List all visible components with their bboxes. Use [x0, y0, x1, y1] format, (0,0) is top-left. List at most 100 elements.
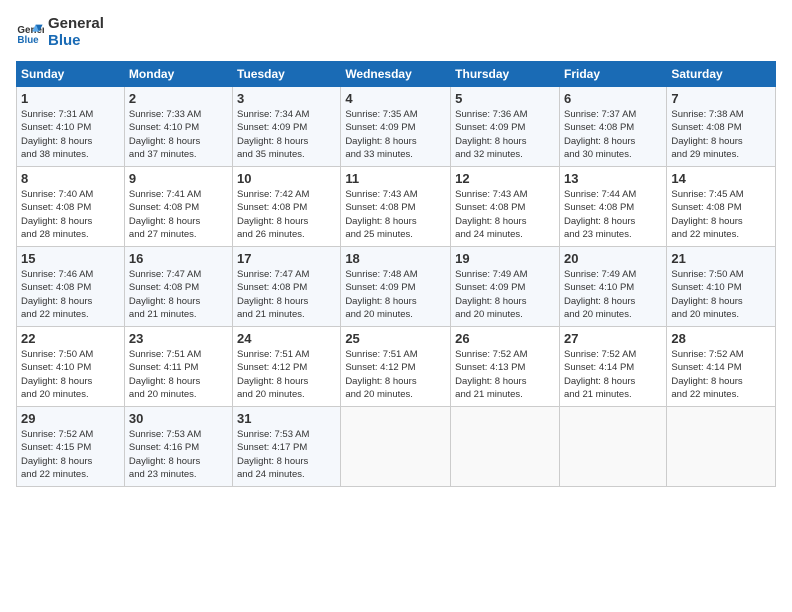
logo-text-blue: Blue — [48, 33, 104, 50]
calendar-week-4: 22 Sunrise: 7:50 AM Sunset: 4:10 PM Dayli… — [17, 327, 776, 407]
calendar-table: SundayMondayTuesdayWednesdayThursdayFrid… — [16, 61, 776, 487]
calendar-cell: 4Sunrise: 7:35 AM Sunset: 4:09 PM Daylig… — [341, 87, 451, 167]
calendar-cell: 17 Sunrise: 7:47 AM Sunset: 4:08 PM Dayli… — [233, 247, 341, 327]
day-info: Sunrise: 7:52 AM Sunset: 4:15 PM Dayligh… — [21, 428, 120, 481]
day-info: Sunrise: 7:43 AM Sunset: 4:08 PM Dayligh… — [345, 188, 446, 241]
calendar-cell: 29 Sunrise: 7:52 AM Sunset: 4:15 PM Dayli… — [17, 407, 125, 487]
calendar-cell: 31 Sunrise: 7:53 AM Sunset: 4:17 PM Dayli… — [233, 407, 341, 487]
day-number: 1 — [21, 91, 120, 106]
day-info: Sunrise: 7:53 AM Sunset: 4:17 PM Dayligh… — [237, 428, 336, 481]
day-number: 30 — [129, 411, 228, 426]
header: General Blue General Blue — [16, 16, 776, 49]
calendar-week-1: 1 Sunrise: 7:31 AM Sunset: 4:10 PM Daylig… — [17, 87, 776, 167]
logo-icon: General Blue — [16, 19, 44, 47]
day-info: Sunrise: 7:41 AM Sunset: 4:08 PM Dayligh… — [129, 188, 228, 241]
calendar-cell: 9 Sunrise: 7:41 AM Sunset: 4:08 PM Daylig… — [124, 167, 232, 247]
day-header-saturday: Saturday — [667, 62, 776, 87]
calendar-cell: 19 Sunrise: 7:49 AM Sunset: 4:09 PM Dayli… — [451, 247, 560, 327]
calendar-cell: 15 Sunrise: 7:46 AM Sunset: 4:08 PM Dayli… — [17, 247, 125, 327]
day-number: 4 — [345, 91, 446, 106]
day-number: 21 — [671, 251, 771, 266]
day-number: 10 — [237, 171, 336, 186]
calendar-week-2: 8 Sunrise: 7:40 AM Sunset: 4:08 PM Daylig… — [17, 167, 776, 247]
calendar-cell — [451, 407, 560, 487]
calendar-cell: 8 Sunrise: 7:40 AM Sunset: 4:08 PM Daylig… — [17, 167, 125, 247]
day-number: 31 — [237, 411, 336, 426]
calendar-cell: 14Sunrise: 7:45 AM Sunset: 4:08 PM Dayli… — [667, 167, 776, 247]
day-number: 15 — [21, 251, 120, 266]
calendar-cell: 12 Sunrise: 7:43 AM Sunset: 4:08 PM Dayli… — [451, 167, 560, 247]
day-number: 13 — [564, 171, 662, 186]
calendar-cell: 27 Sunrise: 7:52 AM Sunset: 4:14 PM Dayli… — [559, 327, 666, 407]
day-info: Sunrise: 7:51 AM Sunset: 4:12 PM Dayligh… — [237, 348, 336, 401]
day-info: Sunrise: 7:52 AM Sunset: 4:14 PM Dayligh… — [671, 348, 771, 401]
day-number: 26 — [455, 331, 555, 346]
calendar-week-5: 29 Sunrise: 7:52 AM Sunset: 4:15 PM Dayli… — [17, 407, 776, 487]
day-info: Sunrise: 7:52 AM Sunset: 4:14 PM Dayligh… — [564, 348, 662, 401]
day-info: Sunrise: 7:48 AM Sunset: 4:09 PM Dayligh… — [345, 268, 446, 321]
calendar-cell: 2 Sunrise: 7:33 AM Sunset: 4:10 PM Daylig… — [124, 87, 232, 167]
day-info: Sunrise: 7:47 AM Sunset: 4:08 PM Dayligh… — [237, 268, 336, 321]
calendar-cell: 28 Sunrise: 7:52 AM Sunset: 4:14 PM Dayli… — [667, 327, 776, 407]
day-number: 2 — [129, 91, 228, 106]
day-info: Sunrise: 7:49 AM Sunset: 4:09 PM Dayligh… — [455, 268, 555, 321]
calendar-cell: 10 Sunrise: 7:42 AM Sunset: 4:08 PM Dayli… — [233, 167, 341, 247]
day-number: 9 — [129, 171, 228, 186]
day-info: Sunrise: 7:31 AM Sunset: 4:10 PM Dayligh… — [21, 108, 120, 161]
day-info: Sunrise: 7:46 AM Sunset: 4:08 PM Dayligh… — [21, 268, 120, 321]
day-number: 3 — [237, 91, 336, 106]
day-info: Sunrise: 7:34 AM Sunset: 4:09 PM Dayligh… — [237, 108, 336, 161]
calendar-cell: 3 Sunrise: 7:34 AM Sunset: 4:09 PM Daylig… — [233, 87, 341, 167]
day-number: 18 — [345, 251, 446, 266]
calendar-container: General Blue General Blue SundayMondayTu… — [0, 0, 792, 495]
day-header-wednesday: Wednesday — [341, 62, 451, 87]
calendar-cell: 5Sunrise: 7:36 AM Sunset: 4:09 PM Daylig… — [451, 87, 560, 167]
calendar-header-row: SundayMondayTuesdayWednesdayThursdayFrid… — [17, 62, 776, 87]
day-info: Sunrise: 7:53 AM Sunset: 4:16 PM Dayligh… — [129, 428, 228, 481]
day-number: 27 — [564, 331, 662, 346]
day-info: Sunrise: 7:47 AM Sunset: 4:08 PM Dayligh… — [129, 268, 228, 321]
day-number: 19 — [455, 251, 555, 266]
logo: General Blue General Blue — [16, 16, 104, 49]
day-number: 20 — [564, 251, 662, 266]
day-number: 22 — [21, 331, 120, 346]
day-number: 8 — [21, 171, 120, 186]
calendar-cell: 25Sunrise: 7:51 AM Sunset: 4:12 PM Dayli… — [341, 327, 451, 407]
day-number: 11 — [345, 171, 446, 186]
day-number: 28 — [671, 331, 771, 346]
day-info: Sunrise: 7:42 AM Sunset: 4:08 PM Dayligh… — [237, 188, 336, 241]
calendar-week-3: 15 Sunrise: 7:46 AM Sunset: 4:08 PM Dayli… — [17, 247, 776, 327]
calendar-cell: 11 Sunrise: 7:43 AM Sunset: 4:08 PM Dayli… — [341, 167, 451, 247]
day-info: Sunrise: 7:50 AM Sunset: 4:10 PM Dayligh… — [21, 348, 120, 401]
day-info: Sunrise: 7:49 AM Sunset: 4:10 PM Dayligh… — [564, 268, 662, 321]
day-number: 6 — [564, 91, 662, 106]
day-info: Sunrise: 7:38 AM Sunset: 4:08 PM Dayligh… — [671, 108, 771, 161]
calendar-cell: 23 Sunrise: 7:51 AM Sunset: 4:11 PM Dayli… — [124, 327, 232, 407]
day-info: Sunrise: 7:52 AM Sunset: 4:13 PM Dayligh… — [455, 348, 555, 401]
day-header-monday: Monday — [124, 62, 232, 87]
day-number: 16 — [129, 251, 228, 266]
calendar-cell: 20 Sunrise: 7:49 AM Sunset: 4:10 PM Dayli… — [559, 247, 666, 327]
day-info: Sunrise: 7:40 AM Sunset: 4:08 PM Dayligh… — [21, 188, 120, 241]
calendar-cell: 7Sunrise: 7:38 AM Sunset: 4:08 PM Daylig… — [667, 87, 776, 167]
day-info: Sunrise: 7:50 AM Sunset: 4:10 PM Dayligh… — [671, 268, 771, 321]
day-number: 17 — [237, 251, 336, 266]
logo-text-general: General — [48, 16, 104, 33]
day-info: Sunrise: 7:51 AM Sunset: 4:11 PM Dayligh… — [129, 348, 228, 401]
svg-text:Blue: Blue — [17, 34, 39, 45]
day-info: Sunrise: 7:51 AM Sunset: 4:12 PM Dayligh… — [345, 348, 446, 401]
day-info: Sunrise: 7:43 AM Sunset: 4:08 PM Dayligh… — [455, 188, 555, 241]
day-header-sunday: Sunday — [17, 62, 125, 87]
day-number: 12 — [455, 171, 555, 186]
calendar-cell — [667, 407, 776, 487]
calendar-cell: 1 Sunrise: 7:31 AM Sunset: 4:10 PM Daylig… — [17, 87, 125, 167]
day-number: 14 — [671, 171, 771, 186]
calendar-cell: 16 Sunrise: 7:47 AM Sunset: 4:08 PM Dayli… — [124, 247, 232, 327]
day-info: Sunrise: 7:37 AM Sunset: 4:08 PM Dayligh… — [564, 108, 662, 161]
calendar-cell: 21 Sunrise: 7:50 AM Sunset: 4:10 PM Dayli… — [667, 247, 776, 327]
day-number: 23 — [129, 331, 228, 346]
day-info: Sunrise: 7:33 AM Sunset: 4:10 PM Dayligh… — [129, 108, 228, 161]
day-header-thursday: Thursday — [451, 62, 560, 87]
day-header-friday: Friday — [559, 62, 666, 87]
day-number: 29 — [21, 411, 120, 426]
